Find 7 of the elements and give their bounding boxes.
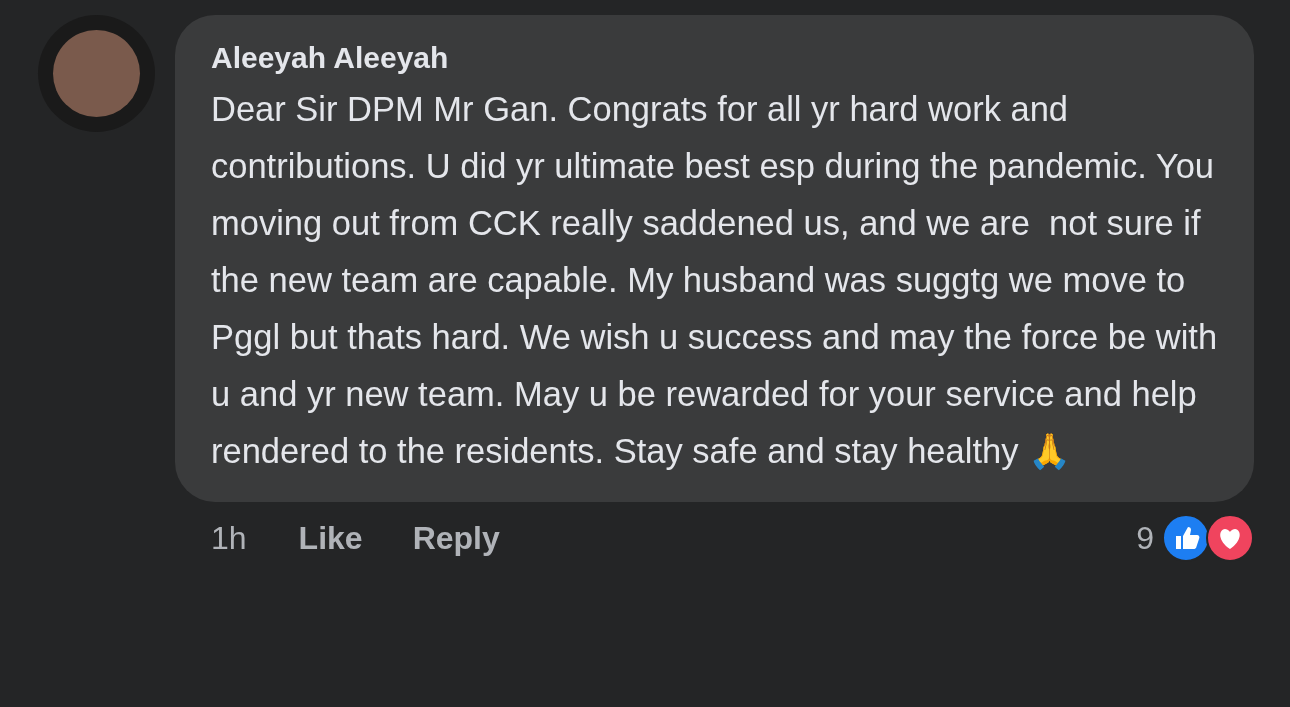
author-name[interactable]: Aleeyah Aleeyah [211, 41, 1224, 75]
thumbs-up-icon[interactable] [1162, 514, 1210, 562]
comment-text: Dear Sir DPM Mr Gan. Congrats for all yr hard work and contributions. U did yr ultimate best esp during the pandemic. You moving out from CCK really saddened us, and we are not sure if the new team are capable. My husband was suggtg we move to Pggl but thats hard. We wish u success and may the force be with u and yr new team. May u be rewarded for your service and help rendered to the residents. Stay safe and stay healthy 🙏 [211, 89, 1219, 472]
comment-time[interactable]: 1h [211, 519, 247, 557]
reaction-count[interactable]: 9 [1136, 519, 1154, 557]
like-button[interactable]: Like [298, 519, 363, 557]
reply-button[interactable]: Reply [412, 519, 500, 557]
